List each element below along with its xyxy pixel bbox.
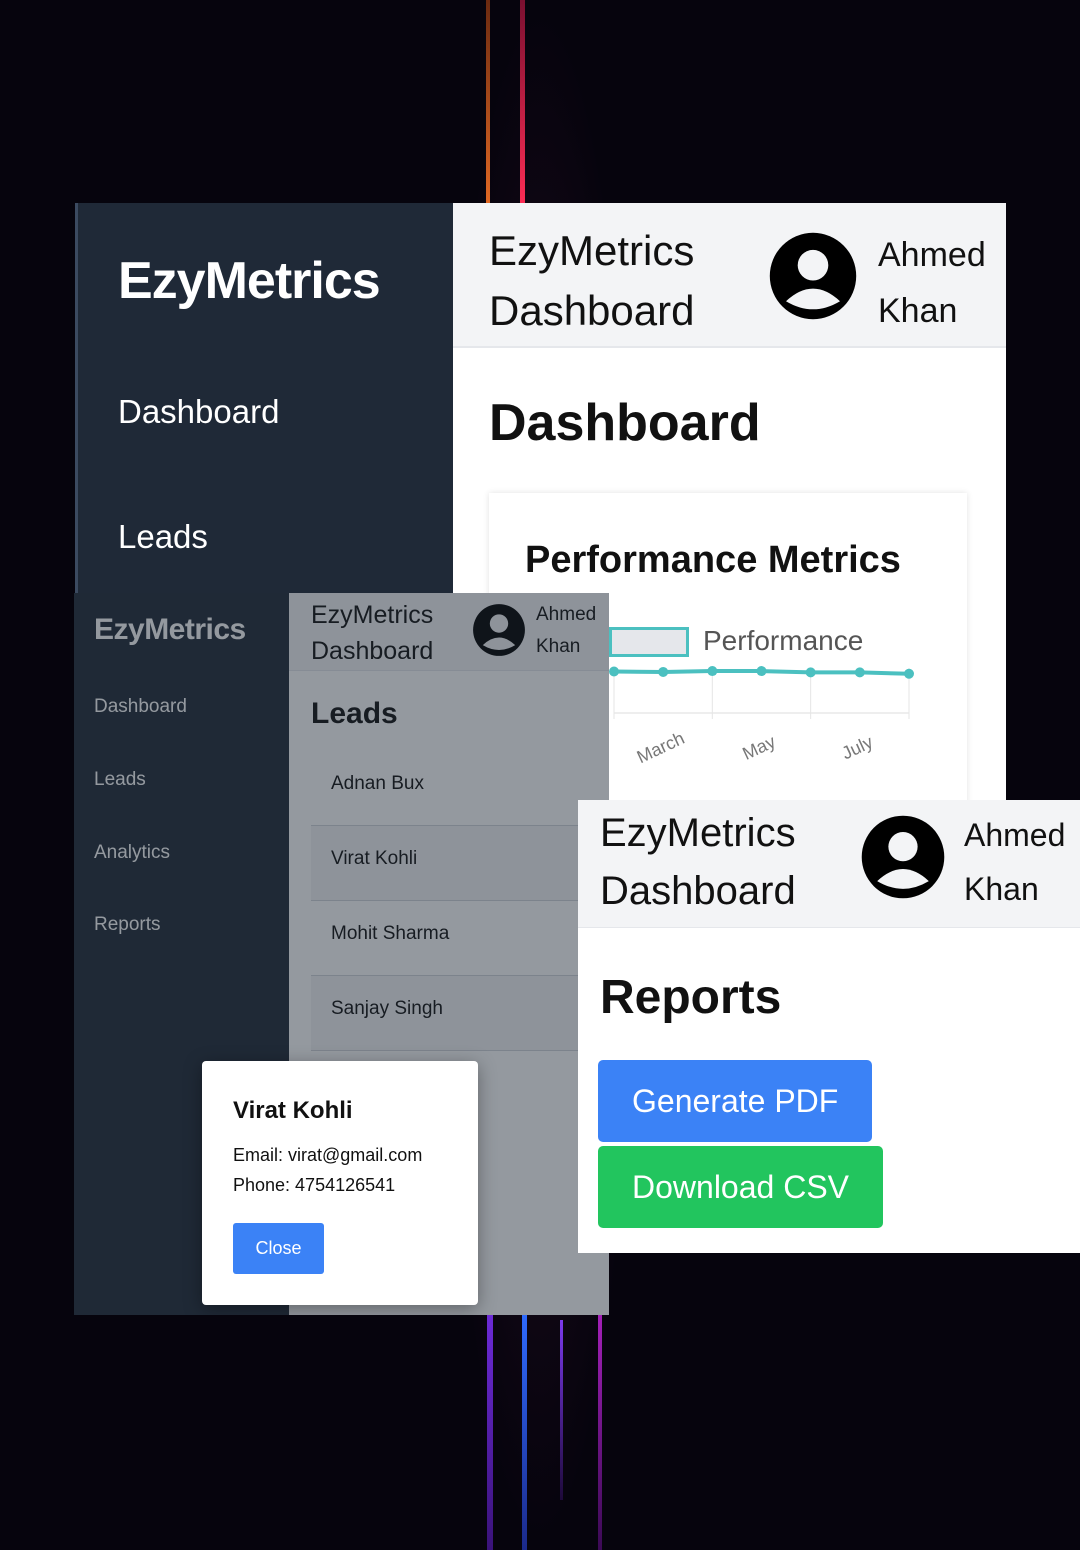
data-point — [707, 666, 718, 677]
modal-title: Virat Kohli — [233, 1097, 353, 1124]
background-light-beam — [487, 1310, 493, 1550]
x-tick-label: May — [739, 731, 778, 764]
page-title: Reports — [600, 971, 782, 1024]
modal-email: Email: virat@gmail.com — [233, 1145, 423, 1165]
data-point — [609, 666, 619, 677]
user-avatar-icon[interactable] — [768, 231, 858, 321]
sidebar-item-leads[interactable]: Leads — [118, 518, 208, 556]
user-name[interactable]: Ahmed Khan — [964, 808, 1080, 916]
user-avatar-icon[interactable] — [860, 814, 946, 900]
user-name[interactable]: Ahmed Khan — [878, 227, 1006, 339]
data-point — [854, 667, 865, 678]
download-csv-button[interactable]: Download CSV — [598, 1146, 883, 1228]
reports-screenshot: EzyMetrics Dashboard Ahmed Khan Reports … — [578, 800, 1080, 1253]
data-point — [658, 666, 669, 677]
app-title: EzyMetrics Dashboard — [600, 811, 796, 913]
lead-detail-modal: Virat Kohli Email: virat@gmail.com Phone… — [202, 1061, 478, 1305]
page-title: Dashboard — [489, 394, 761, 452]
background-light-beam — [520, 0, 525, 210]
background-light-beam — [486, 0, 490, 210]
modal-phone: Phone: 4754126541 — [233, 1175, 396, 1195]
generate-pdf-button[interactable]: Generate PDF — [598, 1060, 873, 1142]
close-button[interactable]: Close — [233, 1223, 324, 1274]
data-point — [756, 666, 767, 677]
data-point — [904, 668, 914, 679]
header: EzyMetrics Dashboard Ahmed Khan — [453, 203, 1006, 348]
x-tick-label: March — [634, 728, 688, 767]
header: EzyMetrics Dashboard Ahmed Khan — [578, 800, 1080, 928]
app-title: EzyMetrics Dashboard — [489, 227, 695, 334]
leads-screenshot: EzyMetrics Dashboard Leads Analytics Rep… — [74, 593, 609, 1315]
brand-logo: EzyMetrics — [118, 252, 381, 310]
data-point — [805, 667, 816, 678]
x-tick-label: July — [839, 732, 876, 764]
background-light-beam — [522, 1310, 527, 1550]
sidebar-item-dashboard[interactable]: Dashboard — [118, 393, 279, 431]
background-light-beam — [560, 1320, 563, 1500]
